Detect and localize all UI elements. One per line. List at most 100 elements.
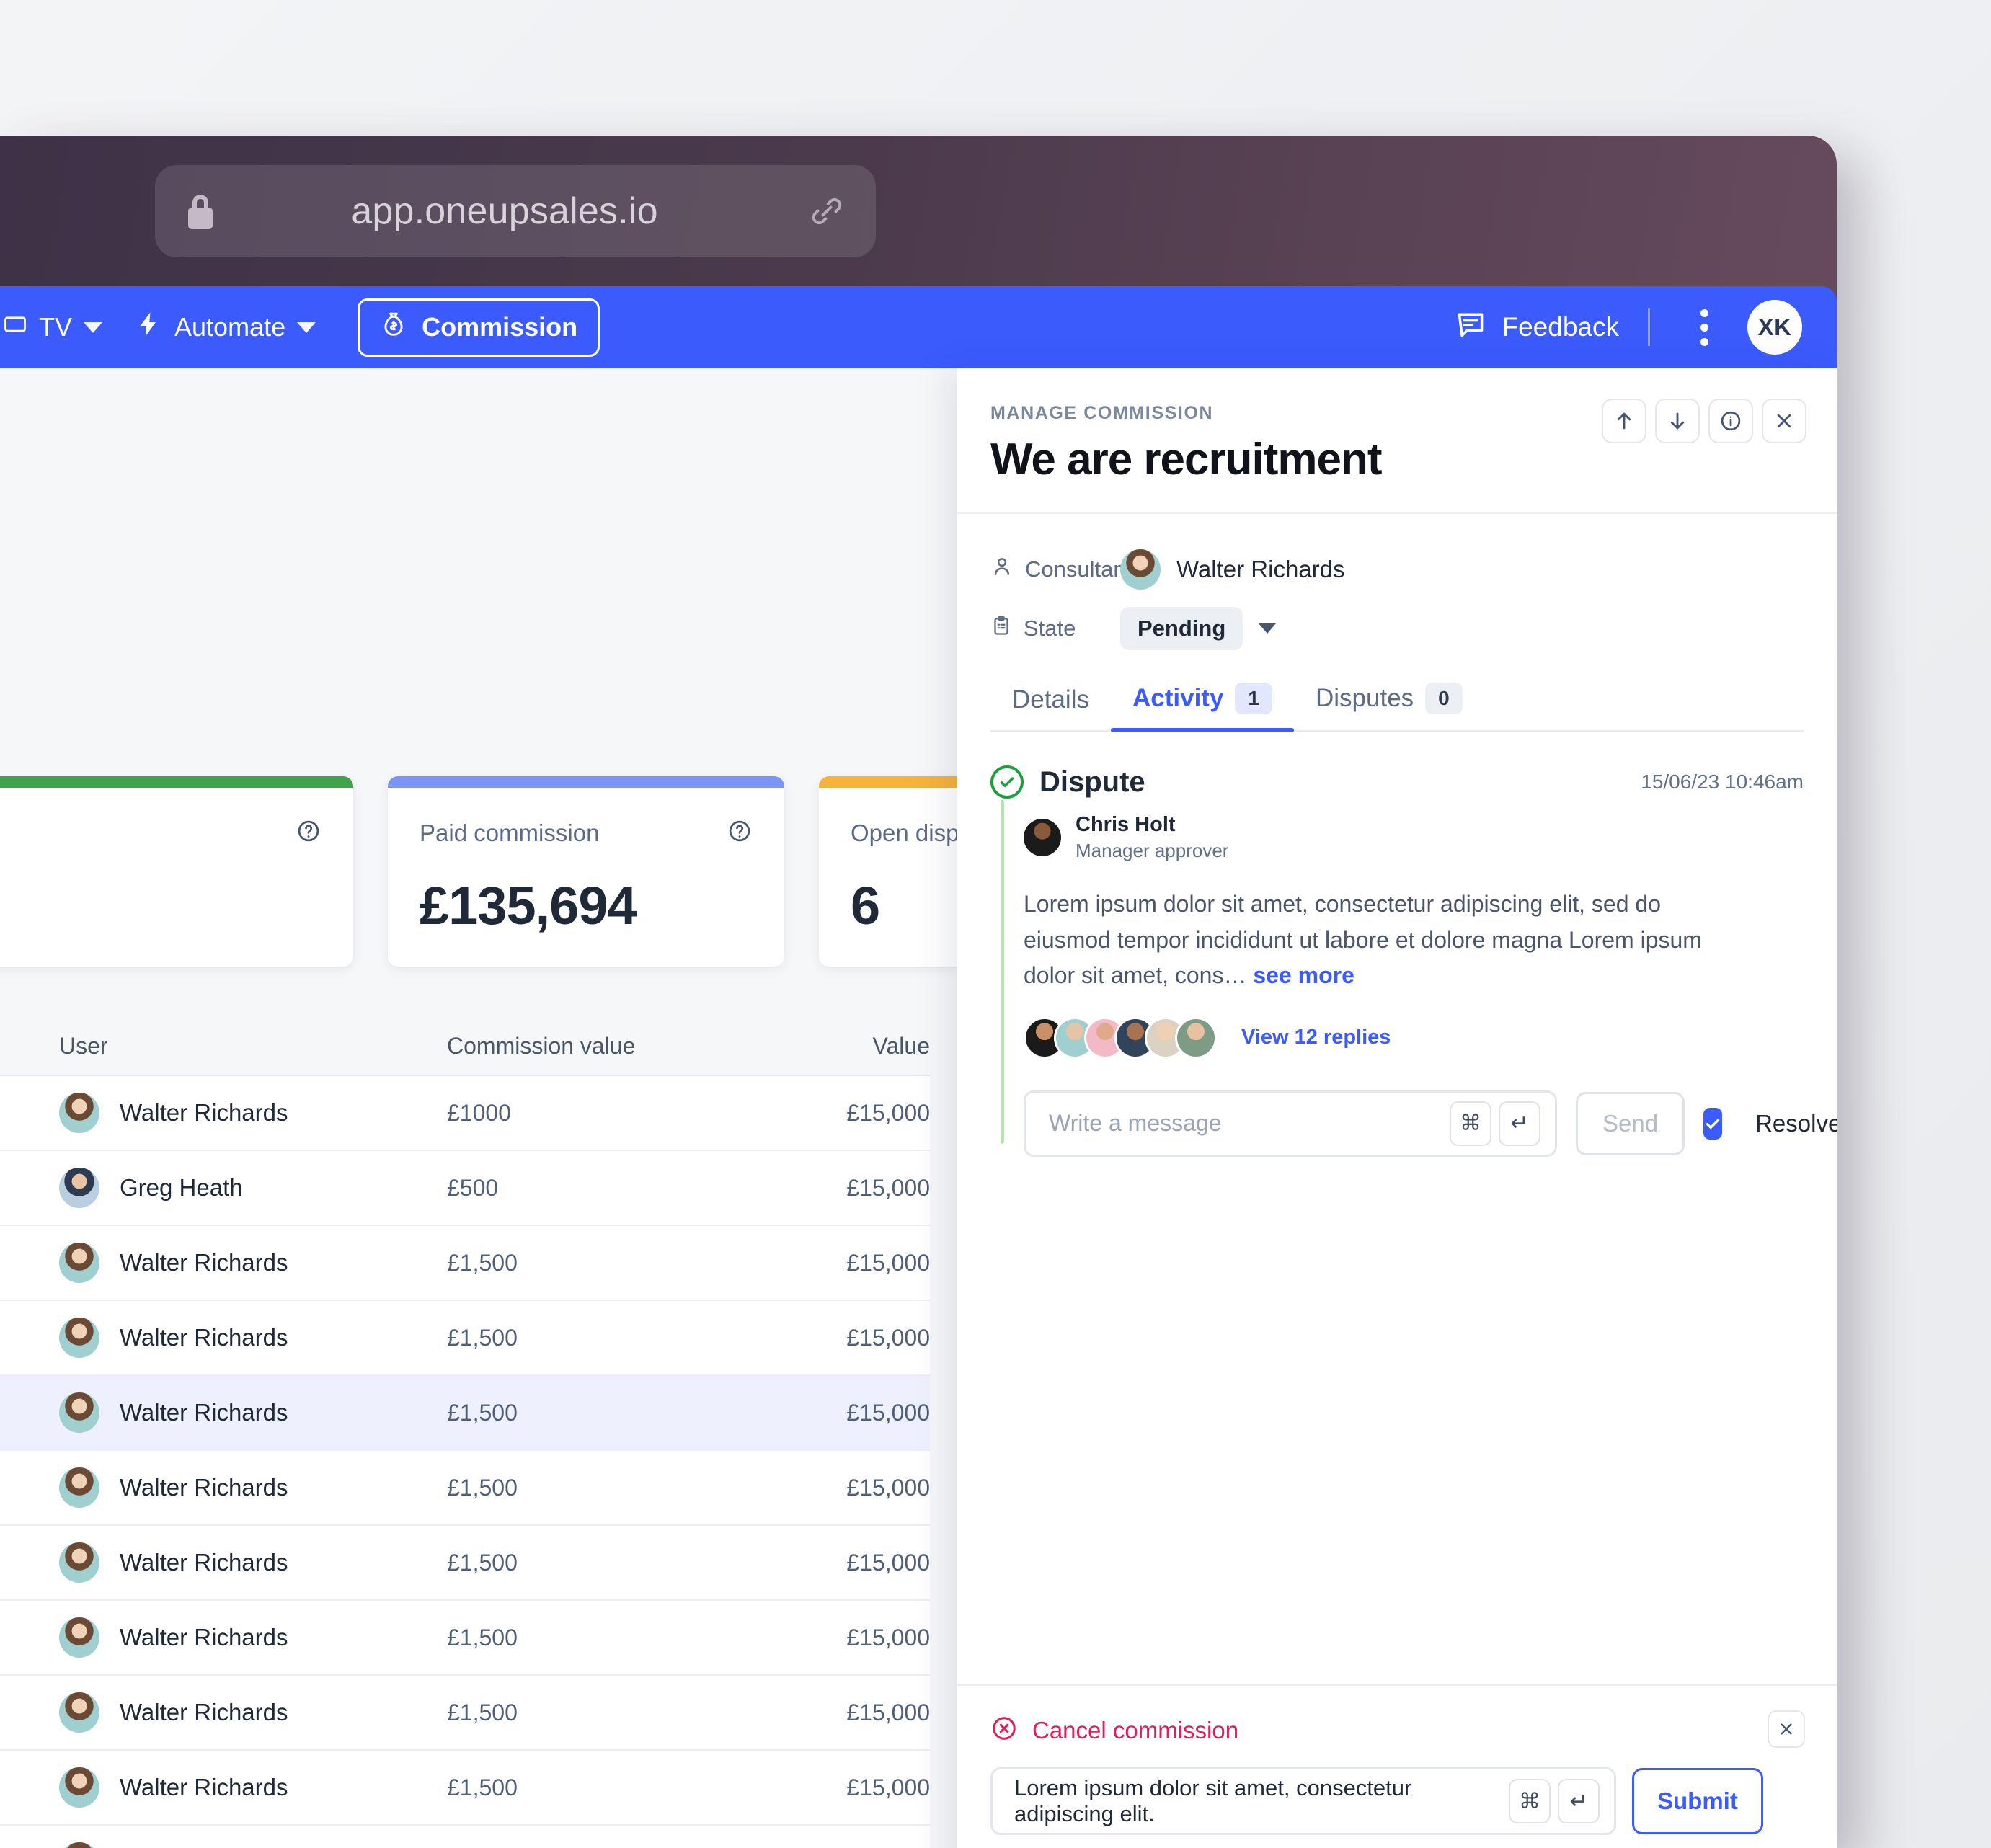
nav-right-group: Feedback XK <box>1455 300 1837 355</box>
consultant-value[interactable]: Walter Richards <box>1120 549 1345 590</box>
chevron-down-icon[interactable] <box>297 321 316 333</box>
card-value: £135,694 <box>420 876 637 936</box>
screen: app.oneupsales.io TV Automate Commission… <box>0 0 1991 1848</box>
tab-disputes[interactable]: Disputes 0 <box>1294 683 1484 730</box>
url-text: app.oneupsales.io <box>351 190 658 232</box>
table-row[interactable]: Walter Richards£1,500£15,000 <box>0 1826 930 1848</box>
help-circle-icon[interactable] <box>727 818 753 848</box>
cancel-reason-value: Lorem ipsum dolor sit amet, consectetur … <box>1014 1775 1412 1826</box>
see-more-link[interactable]: see more <box>1253 962 1354 988</box>
close-cancel-section-button[interactable] <box>1768 1710 1805 1748</box>
cancel-reason-input[interactable]: Lorem ipsum dolor sit amet, consectetur … <box>990 1767 1616 1835</box>
meta-row-consultant: Consultant Walter Richards <box>990 540 1804 599</box>
tab-label: Activity <box>1132 684 1224 712</box>
next-record-button[interactable] <box>1655 399 1700 443</box>
table-row[interactable]: Walter Richards£1,500£15,000 <box>0 1601 930 1676</box>
browser-window: app.oneupsales.io TV Automate Commission… <box>0 136 1837 1848</box>
tab-details[interactable]: Details <box>990 685 1111 730</box>
prev-record-button[interactable] <box>1602 399 1646 443</box>
table-row[interactable]: Walter Richards£1,500£15,000 <box>0 1376 930 1451</box>
money-bag-icon <box>380 311 407 345</box>
info-button[interactable] <box>1708 399 1753 443</box>
submit-button[interactable]: Submit <box>1632 1768 1763 1834</box>
cell-value: £15,000 <box>846 1249 930 1276</box>
state-value-group[interactable]: Pending <box>1120 607 1277 650</box>
dispute-author: Chris Holt Manager approver <box>1024 813 1804 862</box>
avatar <box>59 1392 99 1433</box>
cell-user: Walter Richards <box>120 1624 288 1651</box>
table-row[interactable]: Walter Richards£1,500£15,000 <box>0 1676 930 1751</box>
help-circle-icon[interactable] <box>296 818 322 848</box>
tab-activity[interactable]: Activity 1 <box>1110 683 1295 732</box>
stat-card <box>0 776 353 967</box>
message-input[interactable]: Write a message ⌘ ↵ <box>1024 1090 1557 1157</box>
avatar <box>59 1542 99 1583</box>
cell-user: Walter Richards <box>120 1474 288 1501</box>
table-row[interactable]: Greg Heath £500 £15,000 <box>0 1151 930 1226</box>
dispute-body-text: Lorem ipsum dolor sit amet, consectetur … <box>1024 891 1702 989</box>
column-header-commission-value[interactable]: Commission value <box>447 1033 757 1060</box>
column-header-user[interactable]: User <box>0 1033 447 1060</box>
table-row[interactable]: Walter Richards£1,500£15,000 <box>0 1451 930 1526</box>
nav-item-commission[interactable]: Commission <box>358 298 600 357</box>
cell-commission-value: £500 <box>447 1174 499 1201</box>
dispute-body: Lorem ipsum dolor sit amet, consectetur … <box>1024 887 1744 994</box>
table-row[interactable]: Walter Richards £1000 £15,000 <box>0 1076 930 1151</box>
column-header-value[interactable]: Value <box>757 1033 930 1060</box>
nav-item-automate[interactable]: Automate <box>118 286 332 368</box>
chevron-down-icon[interactable] <box>1259 623 1277 634</box>
avatar <box>1024 819 1061 856</box>
state-label: State <box>1024 616 1076 641</box>
nav-divider <box>1648 308 1650 346</box>
person-icon <box>990 555 1014 584</box>
cancel-commission-row: Lorem ipsum dolor sit amet, consectetur … <box>990 1767 1804 1835</box>
view-replies-link[interactable]: View 12 replies <box>1241 1026 1391 1049</box>
stat-card: Paid commission £135,694 <box>388 776 784 967</box>
card-accent-bar <box>0 776 353 788</box>
resolve-checkbox[interactable] <box>1703 1107 1723 1140</box>
table-row[interactable]: Walter Richards £1,500 £15,000 <box>0 1226 930 1301</box>
cell-user: Walter Richards <box>120 1324 288 1351</box>
cmd-key-hint: ⌘ <box>1509 1779 1551 1823</box>
cell-user: Walter Richards <box>120 1699 288 1725</box>
more-vertical-icon[interactable] <box>1679 308 1730 346</box>
feedback-button[interactable]: Feedback <box>1455 308 1619 347</box>
cell-value: £15,000 <box>846 1399 930 1426</box>
chain-link-icon[interactable] <box>808 192 846 230</box>
commission-detail-panel: MANAGE COMMISSION We are recruitment Con… <box>957 368 1837 1848</box>
cell-commission-value: £1,500 <box>447 1699 518 1725</box>
cell-user: Walter Richards <box>120 1399 288 1426</box>
author-role: Manager approver <box>1076 840 1229 861</box>
avatar <box>59 1617 99 1658</box>
nav-left-group: TV Automate Commission <box>0 286 600 368</box>
cell-value: £15,000 <box>846 1324 930 1351</box>
consultant-name: Walter Richards <box>1176 556 1345 582</box>
cell-user: Walter Richards <box>120 1249 288 1276</box>
table-row[interactable]: Walter Richards£1,500£15,000 <box>0 1526 930 1601</box>
dispute-title: Dispute <box>1039 765 1145 798</box>
avatar <box>59 1243 99 1283</box>
send-button[interactable]: Send <box>1576 1091 1685 1155</box>
cell-user: Walter Richards <box>120 1774 288 1800</box>
meta-row-state: State Pending <box>990 599 1804 658</box>
tv-icon <box>3 312 27 343</box>
table-row[interactable]: Walter Richards£1,500£15,000 <box>0 1751 930 1826</box>
cell-value: £15,000 <box>846 1174 930 1201</box>
nav-item-tv[interactable]: TV <box>0 286 118 368</box>
commission-table: User Commission value Value Walter Richa… <box>0 1017 930 1848</box>
enter-key-hint: ↵ <box>1499 1101 1540 1146</box>
clipboard-icon <box>990 615 1012 642</box>
table-header-row: User Commission value Value <box>0 1017 930 1076</box>
chevron-down-icon[interactable] <box>84 321 103 333</box>
avatar <box>59 1093 99 1133</box>
cell-commission-value: £1,500 <box>447 1249 518 1276</box>
browser-chrome-bar: app.oneupsales.io <box>0 136 1837 368</box>
avatar <box>59 1318 99 1358</box>
close-panel-button[interactable] <box>1762 399 1806 443</box>
avatar[interactable]: XK <box>1747 300 1802 355</box>
panel-meta: Consultant Walter Richards State Pending <box>957 514 1837 658</box>
table-body: Walter Richards £1000 £15,000 Greg Heath £50… <box>0 1076 930 1848</box>
table-row[interactable]: Walter Richards£1,500£15,000 <box>0 1301 930 1376</box>
address-bar[interactable]: app.oneupsales.io <box>155 165 876 257</box>
dispute-timestamp: 15/06/23 10:46am <box>1641 770 1804 793</box>
